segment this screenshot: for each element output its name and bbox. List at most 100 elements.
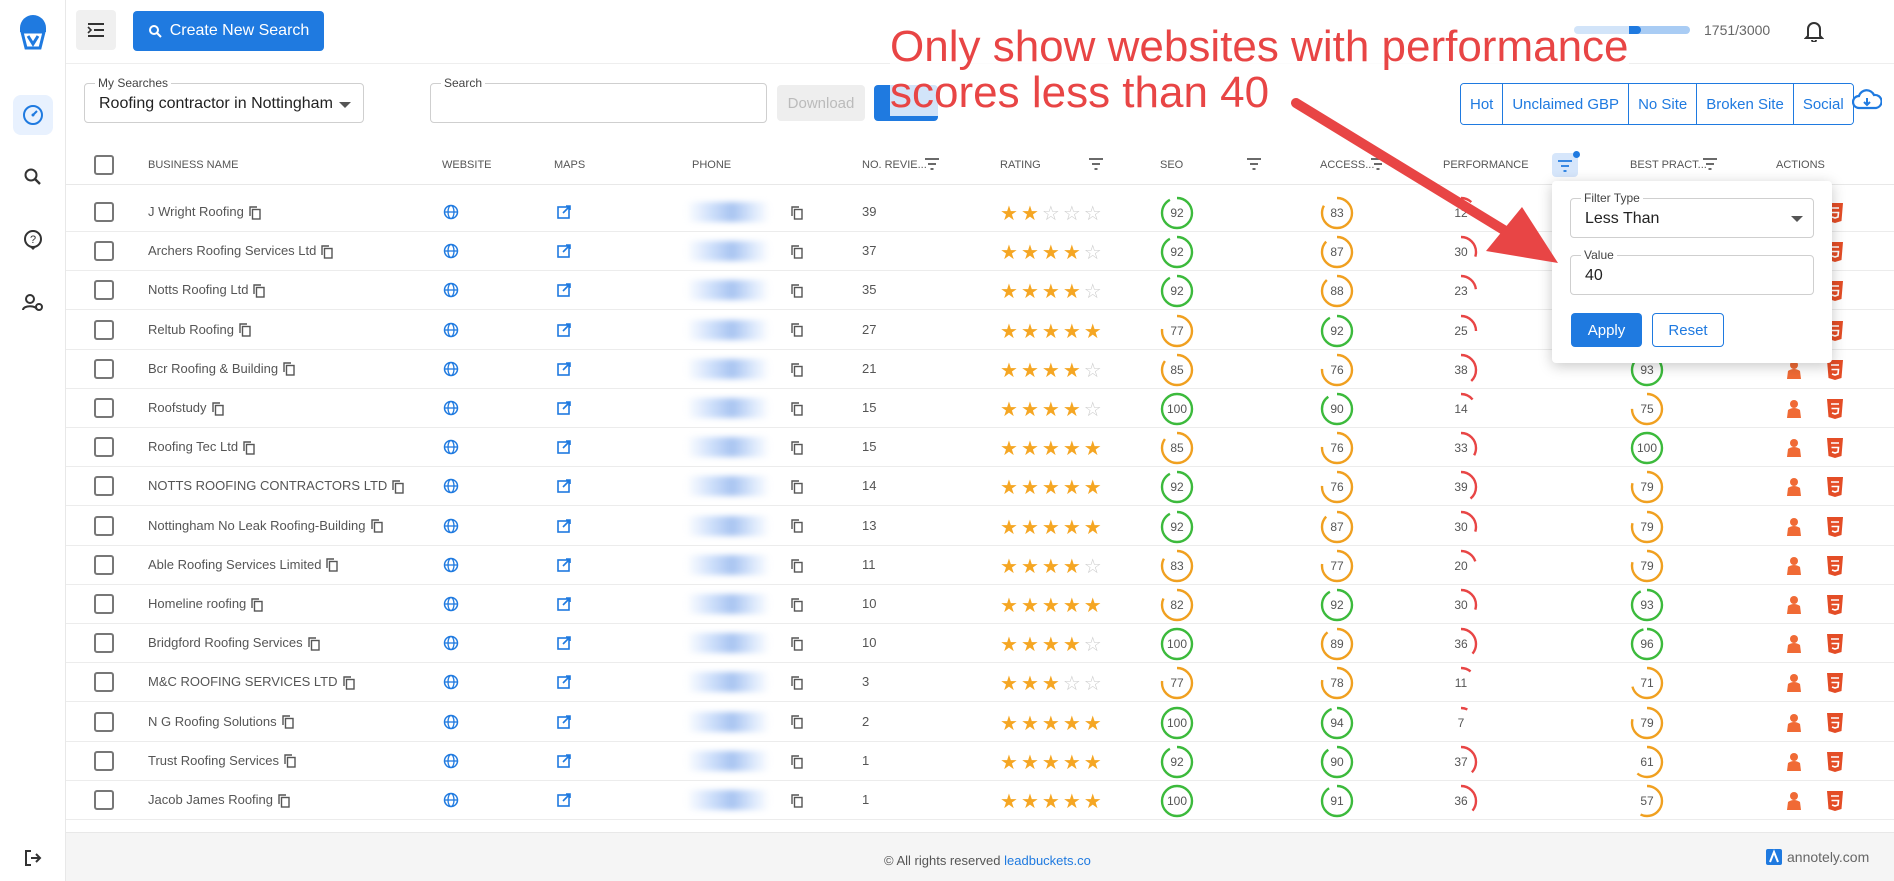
- row-checkbox[interactable]: [94, 711, 114, 732]
- copy-icon[interactable]: [791, 245, 803, 259]
- external-link-icon[interactable]: [556, 478, 572, 494]
- header-rating[interactable]: RATING: [1000, 159, 1041, 171]
- external-link-icon[interactable]: [556, 596, 572, 612]
- phone-copy[interactable]: [786, 282, 803, 300]
- copy-icon[interactable]: [791, 206, 803, 220]
- search-input[interactable]: Search: [430, 76, 767, 123]
- phone-copy[interactable]: [786, 204, 803, 222]
- copy-icon[interactable]: [791, 598, 803, 612]
- globe-icon[interactable]: [443, 753, 459, 769]
- globe-icon[interactable]: [443, 596, 459, 612]
- copy-icon[interactable]: [791, 519, 803, 534]
- table-row[interactable]: N G Roofing Solutions 2 ★★★★★ 100 94 7 79: [66, 703, 1894, 742]
- row-checkbox[interactable]: [94, 398, 114, 418]
- table-row[interactable]: M&C ROOFING SERVICES LTD 3 ★★★☆☆ 77 78 11 71: [66, 663, 1894, 703]
- chip-broken-site[interactable]: Broken Site: [1697, 84, 1794, 124]
- copy-icon[interactable]: [791, 362, 803, 377]
- copy-icon[interactable]: [278, 793, 290, 808]
- select-all-checkbox[interactable]: [94, 155, 114, 175]
- copy-icon[interactable]: [284, 754, 296, 769]
- globe-icon[interactable]: [443, 557, 459, 573]
- filter-icon[interactable]: [1702, 157, 1718, 171]
- phone-copy[interactable]: [786, 518, 803, 536]
- phone-copy[interactable]: [786, 753, 803, 771]
- phone-copy[interactable]: [786, 674, 803, 692]
- filter-value-input[interactable]: Value 40: [1570, 248, 1814, 295]
- html5-icon[interactable]: [1826, 672, 1844, 694]
- bell-icon[interactable]: [1803, 20, 1825, 47]
- header-best-practices[interactable]: BEST PRACT...: [1630, 159, 1707, 171]
- person-icon[interactable]: [1784, 595, 1804, 615]
- filter-icon[interactable]: [1088, 157, 1104, 171]
- row-checkbox[interactable]: [94, 319, 114, 340]
- html5-icon[interactable]: [1826, 594, 1844, 616]
- external-link-icon[interactable]: [556, 635, 572, 651]
- phone-copy[interactable]: [786, 400, 803, 418]
- search-icon[interactable]: [13, 157, 53, 197]
- person-icon[interactable]: [1784, 438, 1804, 458]
- external-link-icon[interactable]: [556, 204, 572, 220]
- row-checkbox[interactable]: [94, 358, 114, 379]
- phone-copy[interactable]: [786, 243, 803, 261]
- external-link-icon[interactable]: [556, 400, 572, 416]
- copy-icon[interactable]: [251, 597, 263, 612]
- html5-icon[interactable]: [1826, 633, 1844, 655]
- create-new-search-button[interactable]: Create New Search: [133, 11, 324, 51]
- globe-icon[interactable]: [443, 282, 459, 298]
- copy-icon[interactable]: [791, 402, 803, 416]
- person-icon[interactable]: [1784, 634, 1804, 654]
- globe-icon[interactable]: [443, 635, 459, 651]
- row-checkbox[interactable]: [94, 437, 114, 458]
- filter-icon[interactable]: [924, 157, 940, 171]
- header-maps[interactable]: MAPS: [554, 159, 585, 171]
- html5-icon[interactable]: [1826, 555, 1844, 577]
- external-link-icon[interactable]: [556, 439, 572, 455]
- copy-icon[interactable]: [791, 754, 803, 769]
- external-link-icon[interactable]: [556, 518, 572, 534]
- header-phone[interactable]: PHONE: [692, 159, 731, 171]
- phone-copy[interactable]: [786, 714, 803, 732]
- copy-icon[interactable]: [326, 558, 339, 573]
- person-icon[interactable]: [1784, 477, 1804, 497]
- copy-icon[interactable]: [243, 441, 255, 455]
- row-checkbox[interactable]: [94, 202, 114, 222]
- apply-button[interactable]: Apply: [1571, 313, 1642, 347]
- external-link-icon[interactable]: [556, 792, 572, 808]
- copy-icon[interactable]: [239, 323, 251, 337]
- phone-copy[interactable]: [786, 635, 803, 653]
- html5-icon[interactable]: [1826, 790, 1844, 812]
- html5-icon[interactable]: [1826, 751, 1844, 773]
- copy-icon[interactable]: [392, 480, 405, 494]
- header-reviews[interactable]: NO. REVIE...: [862, 159, 927, 171]
- globe-icon[interactable]: [443, 439, 459, 455]
- external-link-icon[interactable]: [556, 753, 572, 769]
- header-seo[interactable]: SEO: [1160, 159, 1183, 171]
- footer-link[interactable]: leadbuckets.co: [1004, 853, 1091, 868]
- header-business-name[interactable]: BUSINESS NAME: [148, 159, 238, 171]
- external-link-icon[interactable]: [556, 361, 572, 377]
- phone-copy[interactable]: [786, 322, 803, 340]
- table-row[interactable]: Nottingham No Leak Roofing-Building 13 ★★★…: [66, 507, 1894, 546]
- external-link-icon[interactable]: [556, 282, 572, 298]
- phone-copy[interactable]: [786, 792, 803, 810]
- globe-icon[interactable]: [443, 518, 459, 534]
- table-row[interactable]: Jacob James Roofing 1 ★★★★★ 100 91 36 57: [66, 781, 1894, 820]
- globe-icon[interactable]: [443, 204, 459, 220]
- table-row[interactable]: Roofstudy 15 ★★★★☆ 100 90 14 75: [66, 389, 1894, 428]
- globe-icon[interactable]: [443, 674, 459, 690]
- user-settings-icon[interactable]: [13, 283, 53, 323]
- chip-no-site[interactable]: No Site: [1629, 84, 1698, 124]
- header-website[interactable]: WEBSITE: [442, 159, 492, 171]
- html5-icon[interactable]: [1826, 712, 1844, 734]
- menu-icon[interactable]: [76, 10, 116, 50]
- globe-icon[interactable]: [443, 322, 459, 338]
- copy-icon[interactable]: [791, 480, 803, 494]
- copy-icon[interactable]: [791, 676, 803, 690]
- person-icon[interactable]: [1784, 399, 1804, 419]
- copy-icon[interactable]: [791, 637, 803, 651]
- copy-icon[interactable]: [249, 205, 261, 220]
- cloud-download-icon[interactable]: [1851, 88, 1883, 117]
- globe-icon[interactable]: [443, 243, 459, 259]
- reset-button[interactable]: Reset: [1652, 313, 1724, 347]
- globe-icon[interactable]: [443, 400, 459, 416]
